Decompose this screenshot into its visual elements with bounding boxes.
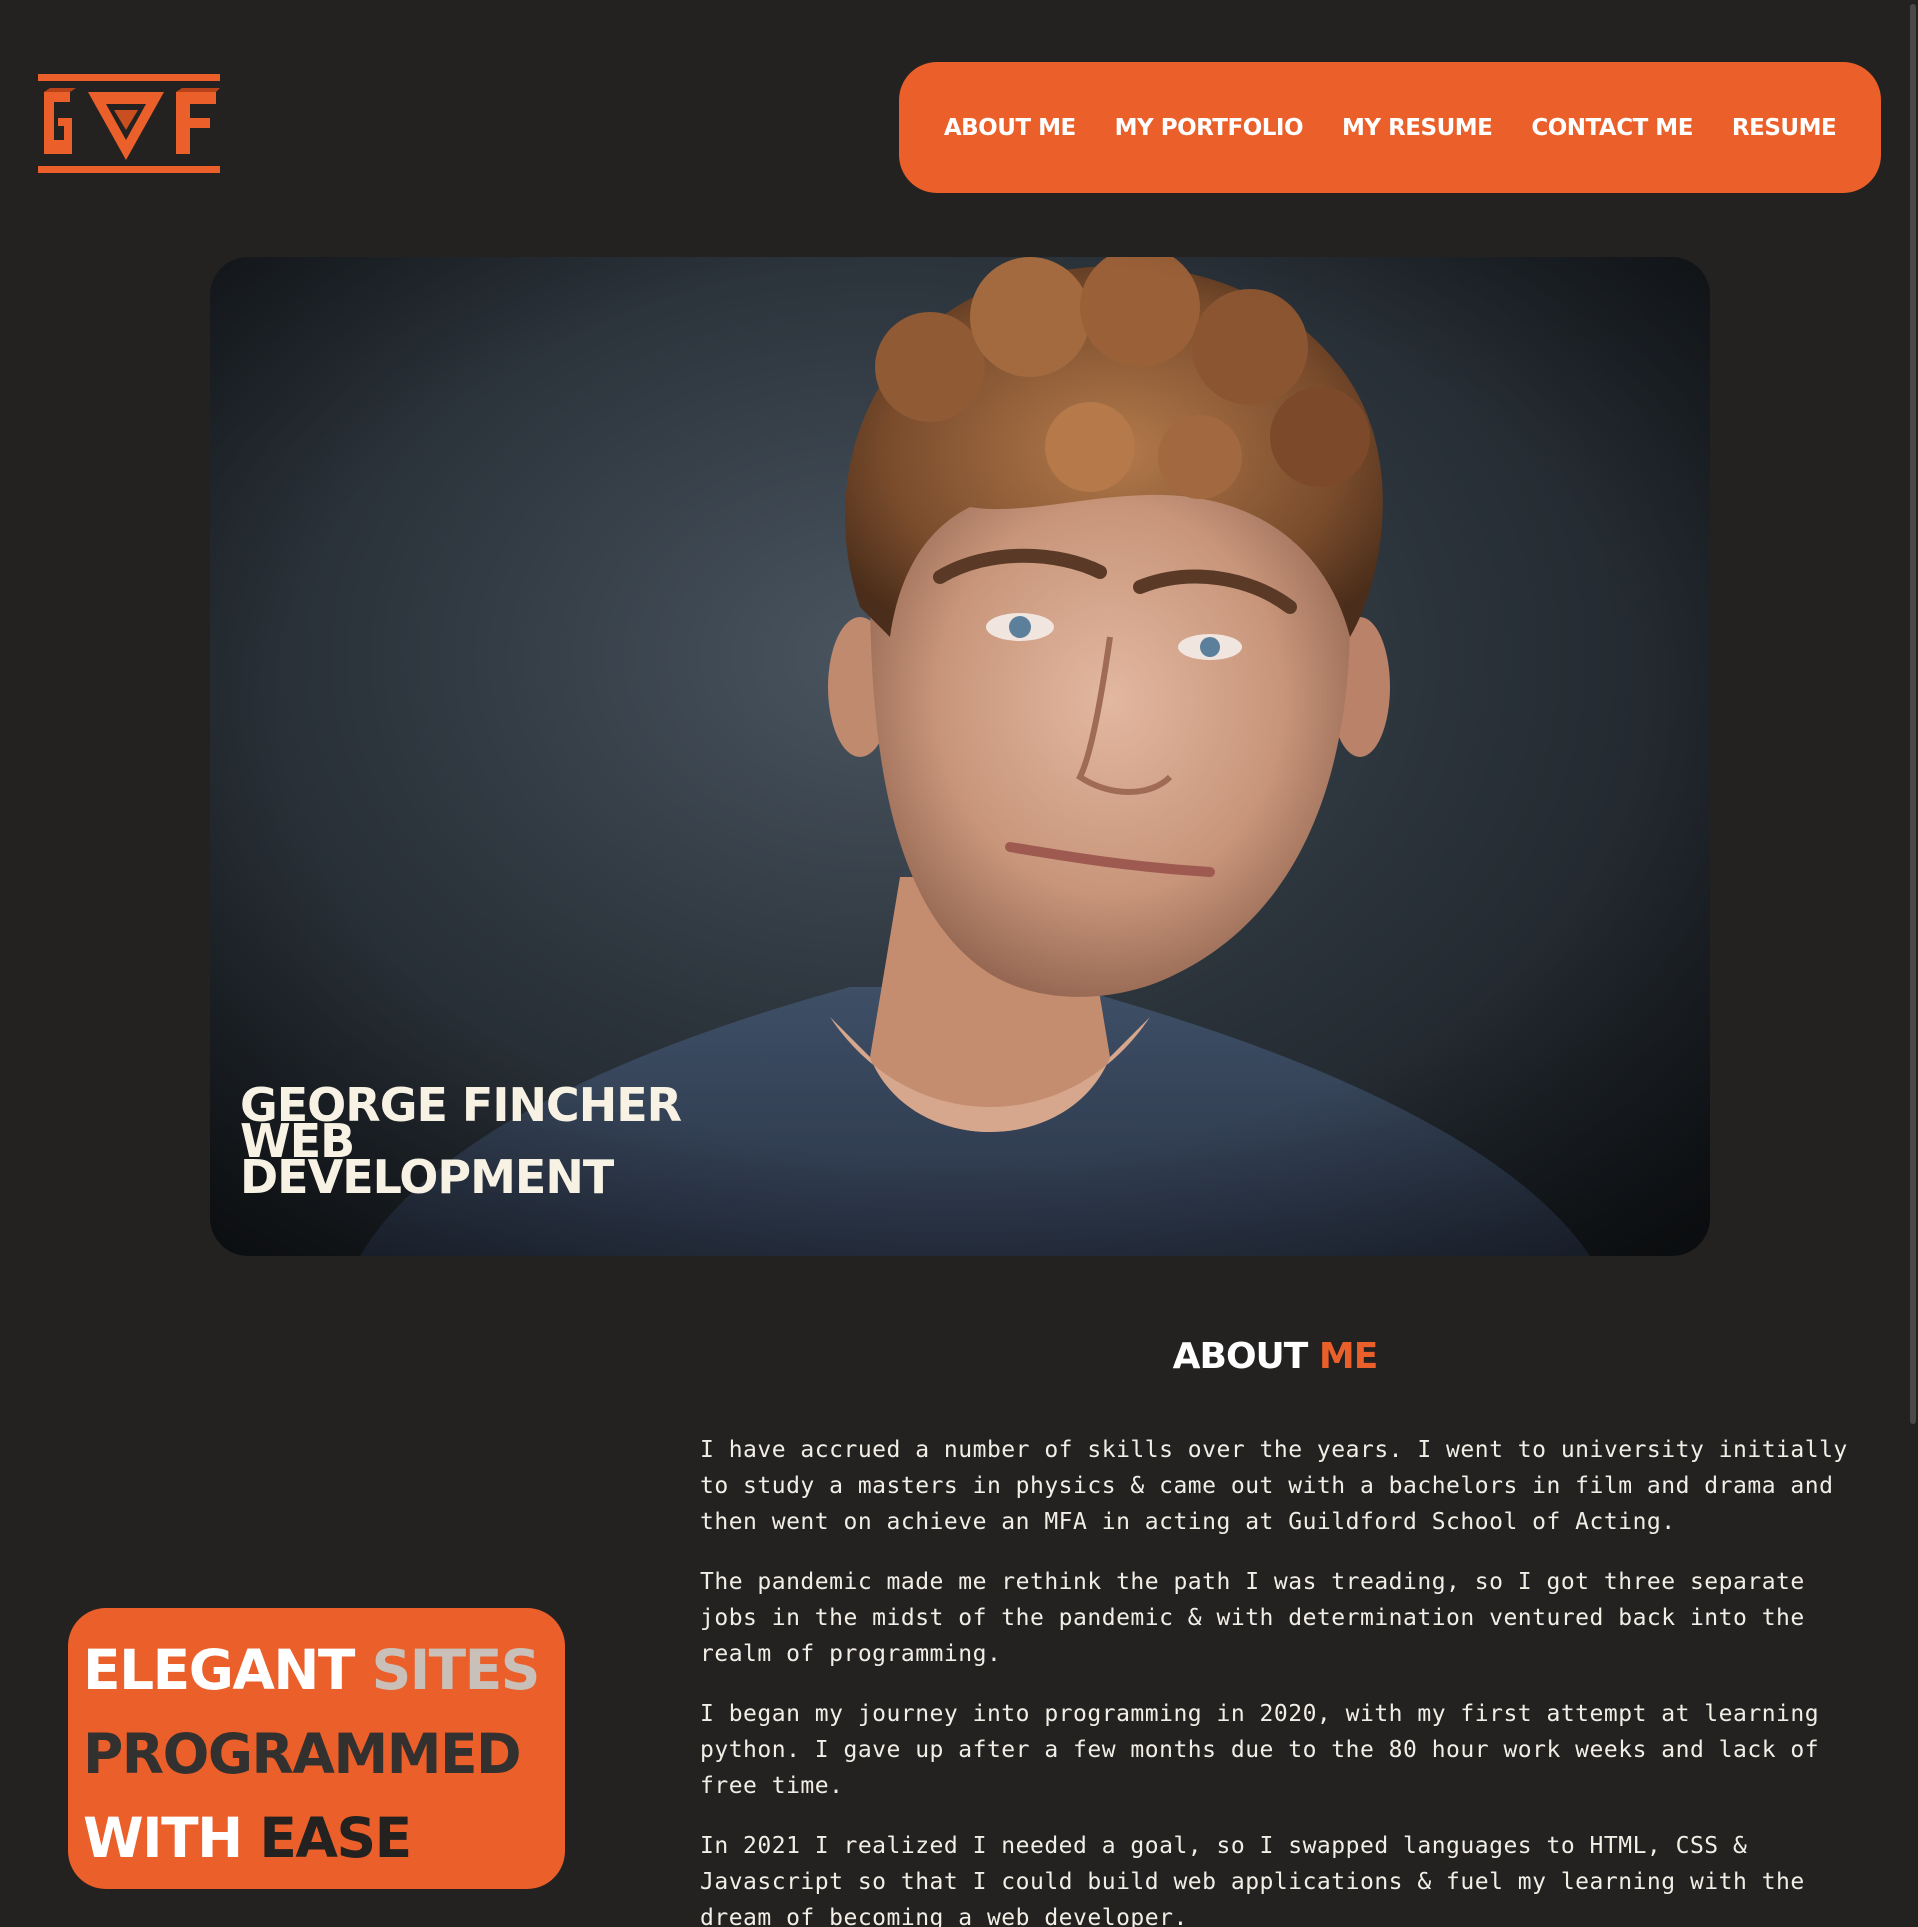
about-heading-word2: ME [1318, 1336, 1378, 1377]
hero-title-line3: DEVELOPMENT [240, 1150, 614, 1204]
tagline-word-elegant: ELEGANT [83, 1638, 355, 1702]
nav-contact-me[interactable]: CONTACT ME [1531, 115, 1693, 141]
site-logo[interactable] [38, 74, 220, 174]
about-paragraph: In 2021 I realized I needed a goal, so I… [700, 1833, 1805, 1927]
nav-resume[interactable]: RESUME [1732, 115, 1837, 141]
tagline-word-ease: EASE [259, 1806, 412, 1870]
about-heading: ABOUT ME [700, 1336, 1850, 1377]
tagline-word-sites: SITES [371, 1638, 541, 1702]
about-paragraph: I have accrued a number of skills over t… [700, 1437, 1848, 1535]
hero-banner: GEORGE FINCHER WEB DEVELOPMENT [210, 257, 1710, 1256]
main-nav: ABOUT ME MY PORTFOLIO MY RESUME CONTACT … [899, 62, 1881, 193]
tagline-card: ELEGANT SITES PROGRAMMED WITH EASE [68, 1608, 565, 1889]
nav-my-resume[interactable]: MY RESUME [1342, 115, 1493, 141]
about-paragraph: I began my journey into programming in 2… [700, 1701, 1820, 1799]
about-heading-word1: ABOUT [1172, 1336, 1309, 1377]
scrollbar-thumb[interactable] [1910, 4, 1916, 1424]
about-paragraph: The pandemic made me rethink the path I … [700, 1569, 1805, 1667]
tagline-word-with: WITH [83, 1806, 243, 1870]
tagline-word-programmed: PROGRAMMED [83, 1722, 522, 1786]
hero-title: GEORGE FINCHER WEB DEVELOPMENT [240, 1082, 682, 1204]
nav-about-me[interactable]: ABOUT ME [944, 115, 1076, 141]
gwf-logo-icon [38, 74, 220, 173]
page-scrollbar[interactable] [1908, 0, 1918, 1927]
nav-my-portfolio[interactable]: MY PORTFOLIO [1115, 115, 1304, 141]
about-body: I have accrued a number of skills over t… [700, 1432, 1860, 1927]
